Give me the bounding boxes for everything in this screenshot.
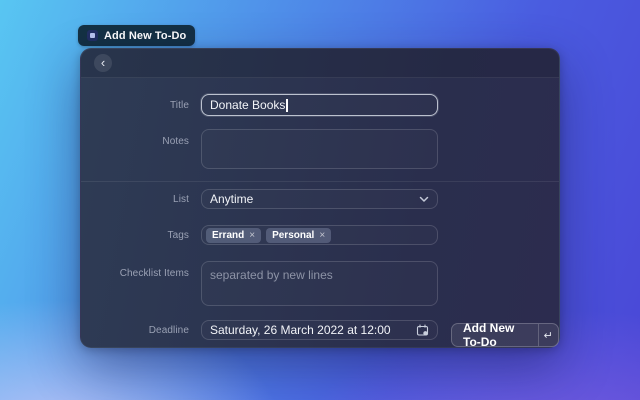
tag-chip-personal[interactable]: Personal × [266,228,331,243]
checklist-textarea[interactable] [201,261,438,306]
tags-label: Tags [81,230,189,241]
list-label: List [81,194,189,205]
back-button[interactable]: ‹ [94,54,112,72]
title-row: Title Donate Books [81,94,559,116]
deadline-value: Saturday, 26 March 2022 at 12:00 [210,323,391,337]
add-new-todo-button[interactable]: Add New To-Do ↵ [451,323,559,347]
checklist-row: Checklist Items [81,261,559,306]
hotkey-tooltip-label: Add New To-Do [104,30,186,42]
todo-app-icon [87,30,98,41]
tag-remove-icon[interactable]: × [319,230,325,241]
return-key-icon: ↵ [539,324,558,346]
title-input[interactable]: Donate Books [201,94,438,116]
chevron-down-icon [419,196,429,203]
title-input-value: Donate Books [210,98,285,112]
list-dropdown-value: Anytime [210,192,253,206]
desktop-background: Add New To-Do ‹ Title Donate Books Notes… [0,0,640,400]
chevron-left-icon: ‹ [101,56,105,69]
tags-input[interactable]: Errand × Personal × [201,225,438,245]
title-label: Title [81,100,189,111]
deadline-label: Deadline [81,325,189,336]
list-dropdown[interactable]: Anytime [201,189,438,209]
window-header: ‹ [81,49,559,78]
add-new-todo-button-label: Add New To-Do [452,324,538,346]
notes-label: Notes [81,129,189,147]
checklist-label: Checklist Items [81,261,189,279]
tag-chip-label: Personal [272,230,314,241]
list-row: List Anytime [81,189,559,209]
deadline-input[interactable]: Saturday, 26 March 2022 at 12:00 [201,320,438,340]
section-divider [81,181,559,182]
notes-textarea[interactable] [201,129,438,169]
todo-app-icon-inner [90,33,95,38]
hotkey-tooltip: Add New To-Do [78,25,195,46]
calendar-badge-icon[interactable] [416,324,429,337]
tags-row: Tags Errand × Personal × [81,225,559,245]
text-caret [286,99,288,112]
add-todo-window: ‹ Title Donate Books Notes List Anytime [80,48,560,348]
tag-chip-errand[interactable]: Errand × [206,228,261,243]
notes-row: Notes [81,129,559,169]
tag-remove-icon[interactable]: × [249,230,255,241]
tag-chip-label: Errand [212,230,244,241]
